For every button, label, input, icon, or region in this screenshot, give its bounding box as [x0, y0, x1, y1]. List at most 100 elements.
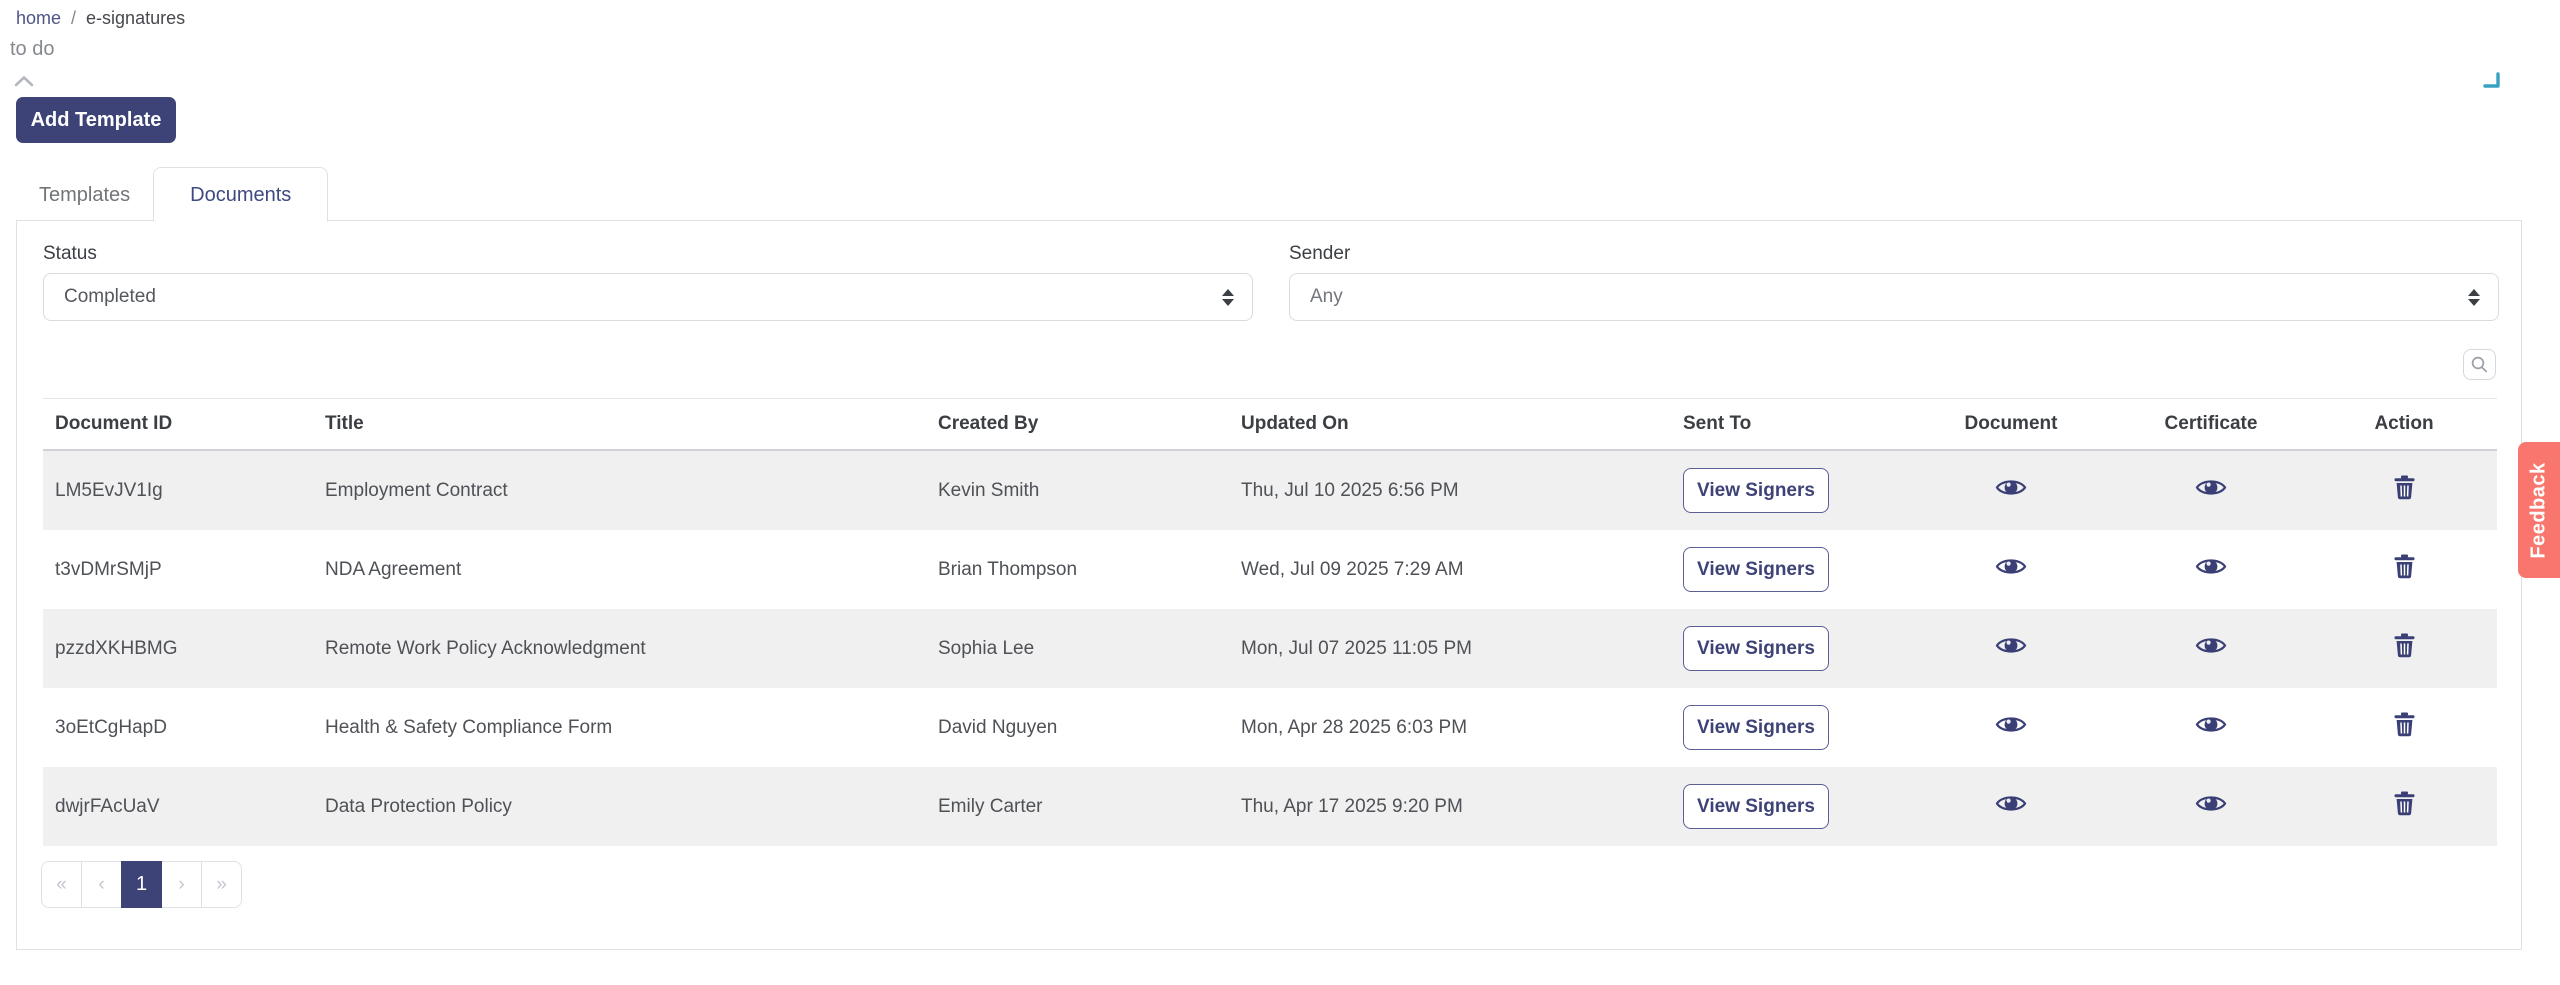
feedback-tab-label: Feedback [2527, 461, 2550, 559]
cell-created-by: David Nguyen [938, 716, 1058, 738]
table-row: 3oEtCgHapD Health & Safety Compliance For… [43, 688, 2497, 767]
cell-document [1911, 450, 2111, 530]
sender-select-value: Any [1310, 286, 1343, 307]
view-signers-button[interactable]: View Signers [1683, 705, 1829, 750]
cell-action [2311, 688, 2497, 767]
cell-created-by: Kevin Smith [938, 479, 1040, 501]
cell-title: Health & Safety Compliance Form [325, 716, 613, 738]
cell-action [2311, 530, 2497, 609]
col-header-certificate: Certificate [2111, 398, 2311, 451]
cell-certificate [2111, 530, 2311, 609]
tab-templates[interactable]: Templates [16, 167, 153, 221]
view-certificate-eye-icon[interactable] [2195, 556, 2227, 577]
cell-document-id: 3oEtCgHapD [55, 716, 167, 738]
delete-trash-icon[interactable] [2394, 633, 2415, 658]
breadcrumb: home / e-signatures [16, 8, 185, 29]
status-filter-label: Status [43, 243, 97, 264]
up-down-arrows-icon [2468, 288, 2480, 306]
pagination: « ‹ 1 › » [41, 861, 242, 908]
add-template-button[interactable]: Add Template [16, 97, 176, 143]
delete-trash-icon[interactable] [2394, 712, 2415, 737]
search-button[interactable] [2463, 349, 2496, 380]
cell-action [2311, 609, 2497, 688]
tab-documents[interactable]: Documents [153, 167, 329, 222]
view-document-eye-icon[interactable] [1995, 477, 2027, 498]
col-header-sent-to: Sent To [1671, 398, 1911, 451]
pagination-page-1-button[interactable]: 1 [121, 861, 162, 908]
delete-trash-icon[interactable] [2394, 475, 2415, 500]
pagination-last-button[interactable]: » [201, 861, 242, 908]
col-header-document-id: Document ID [43, 398, 313, 451]
view-signers-button[interactable]: View Signers [1683, 547, 1829, 592]
cell-certificate [2111, 767, 2311, 846]
cell-certificate [2111, 609, 2311, 688]
cell-document-id: LM5EvJV1Ig [55, 479, 163, 501]
cell-sent-to: View Signers [1671, 609, 1911, 688]
cell-title: Remote Work Policy Acknowledgment [325, 637, 646, 659]
view-document-eye-icon[interactable] [1995, 635, 2027, 656]
tab-bar: Templates Documents [16, 167, 329, 222]
col-header-title: Title [313, 398, 926, 451]
cell-document-id: dwjrFAcUaV [55, 795, 160, 817]
breadcrumb-current: e-signatures [86, 8, 186, 28]
table-header-row: Document ID Title Created By Updated On … [43, 398, 2497, 451]
sender-filter-label: Sender [1289, 243, 1351, 264]
view-certificate-eye-icon[interactable] [2195, 714, 2227, 735]
cell-document [1911, 609, 2111, 688]
cell-title: Data Protection Policy [325, 795, 512, 817]
up-down-arrows-icon [1222, 288, 1234, 306]
chevron-up-icon[interactable] [14, 74, 34, 92]
col-header-created-by: Created By [926, 398, 1229, 451]
pagination-next-button[interactable]: › [161, 861, 202, 908]
cell-title: NDA Agreement [325, 558, 462, 580]
corner-arrow-icon [2482, 72, 2502, 90]
col-header-updated-on: Updated On [1229, 398, 1671, 451]
view-document-eye-icon[interactable] [1995, 793, 2027, 814]
view-signers-button[interactable]: View Signers [1683, 468, 1829, 513]
cell-action [2311, 450, 2497, 530]
table-row: pzzdXKHBMG Remote Work Policy Acknowledgm… [43, 609, 2497, 688]
sender-select[interactable]: Any [1289, 273, 2499, 321]
status-select-value: Completed [64, 286, 156, 307]
cell-certificate [2111, 450, 2311, 530]
documents-table: Document ID Title Created By Updated On … [43, 398, 2497, 846]
cell-created-by: Brian Thompson [938, 558, 1078, 580]
view-document-eye-icon[interactable] [1995, 556, 2027, 577]
view-certificate-eye-icon[interactable] [2195, 477, 2227, 498]
col-header-document: Document [1911, 398, 2111, 451]
cell-created-by: Sophia Lee [938, 637, 1035, 659]
cell-document [1911, 767, 2111, 846]
cell-updated-on: Thu, Jul 10 2025 6:56 PM [1241, 479, 1459, 501]
view-certificate-eye-icon[interactable] [2195, 793, 2227, 814]
cell-sent-to: View Signers [1671, 530, 1911, 609]
cell-sent-to: View Signers [1671, 767, 1911, 846]
cell-certificate [2111, 688, 2311, 767]
table-row: dwjrFAcUaV Data Protection Policy Emily Ca… [43, 767, 2497, 846]
search-icon [2471, 356, 2488, 373]
cell-updated-on: Mon, Jul 07 2025 11:05 PM [1241, 637, 1472, 659]
view-certificate-eye-icon[interactable] [2195, 635, 2227, 656]
col-header-action: Action [2311, 398, 2497, 451]
documents-panel: Status Completed Sender Any Document ID … [16, 220, 2522, 950]
view-signers-button[interactable]: View Signers [1683, 626, 1829, 671]
status-select[interactable]: Completed [43, 273, 1253, 321]
cell-updated-on: Wed, Jul 09 2025 7:29 AM [1241, 558, 1464, 580]
view-document-eye-icon[interactable] [1995, 714, 2027, 735]
cell-document [1911, 530, 2111, 609]
feedback-tab[interactable]: Feedback [2518, 442, 2560, 578]
view-signers-button[interactable]: View Signers [1683, 784, 1829, 829]
cell-updated-on: Thu, Apr 17 2025 9:20 PM [1241, 795, 1463, 817]
cell-document-id: t3vDMrSMjP [55, 558, 162, 580]
cell-document-id: pzzdXKHBMG [55, 637, 178, 659]
pagination-first-button[interactable]: « [41, 861, 82, 908]
delete-trash-icon[interactable] [2394, 554, 2415, 579]
pagination-prev-button[interactable]: ‹ [81, 861, 122, 908]
table-row: t3vDMrSMjP NDA Agreement Brian Thompson Wed… [43, 530, 2497, 609]
delete-trash-icon[interactable] [2394, 791, 2415, 816]
cell-sent-to: View Signers [1671, 688, 1911, 767]
breadcrumb-home-link[interactable]: home [16, 8, 61, 29]
cell-action [2311, 767, 2497, 846]
cell-updated-on: Mon, Apr 28 2025 6:03 PM [1241, 716, 1468, 738]
table-row: LM5EvJV1Ig Employment Contract Kevin Smith… [43, 450, 2497, 530]
cell-title: Employment Contract [325, 479, 508, 501]
